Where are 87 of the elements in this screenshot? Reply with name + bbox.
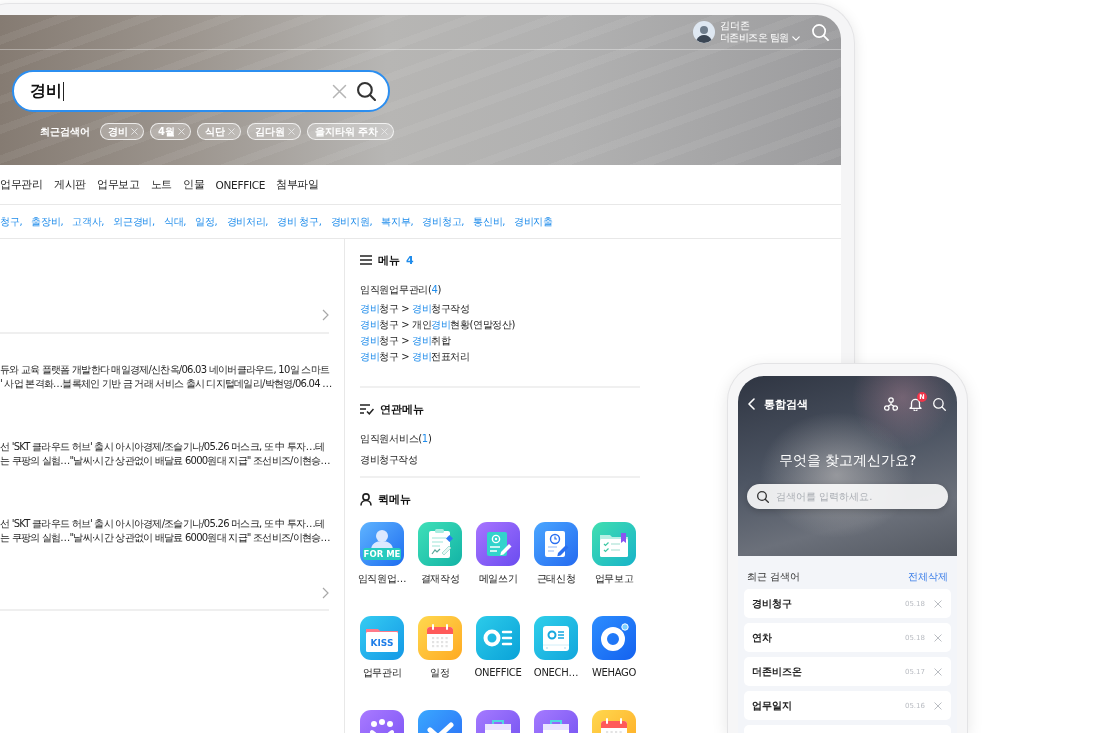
menu-path-link[interactable]: 경비청구작성 — [360, 452, 418, 468]
menu-group-title: 임직원서비스(1) — [360, 432, 433, 446]
ring-lines-app-icon[interactable] — [476, 616, 520, 660]
keyword-link[interactable]: 일정, — [195, 214, 218, 229]
icon-caption: FOR ME — [363, 549, 401, 559]
screen-title: 통합검색 — [764, 396, 808, 412]
menu-group-title: 임직원업무관리(4) — [360, 283, 443, 297]
quick-menu-item[interactable]: 업무보고 — [585, 522, 643, 585]
section-title: 메뉴 — [378, 252, 400, 268]
avatar[interactable] — [692, 21, 715, 43]
menu-icon — [360, 255, 372, 265]
checklist-icon — [360, 403, 374, 415]
search-term: 경비청구 — [752, 596, 792, 611]
chevron-right-icon[interactable] — [322, 309, 329, 321]
menu-path-link[interactable]: 경비청구 > 경비청구작성 — [360, 301, 470, 317]
user-name: 김더존 — [719, 20, 751, 32]
text-cursor — [63, 81, 64, 101]
person-icon — [360, 492, 372, 506]
result-count: 4 — [406, 253, 414, 267]
keyword-link[interactable]: 청구, — [0, 214, 23, 229]
category-tab[interactable]: 업무관리 — [0, 177, 43, 192]
search-heading: 무엇을 찾고계신가요? — [777, 451, 918, 469]
clear-all-link[interactable]: 전체삭제 — [908, 570, 948, 584]
close-icon[interactable] — [934, 633, 942, 642]
close-icon[interactable] — [934, 599, 942, 608]
close-icon[interactable] — [934, 667, 942, 676]
search-term: 연차 — [752, 630, 772, 645]
hierarchy-icon[interactable] — [884, 397, 898, 411]
menu-path-link[interactable]: 경비청구 > 경비전표처리 — [360, 349, 470, 365]
calendar-app-icon[interactable] — [418, 616, 462, 660]
keyword-link[interactable]: 외근경비, — [113, 214, 155, 229]
quick-menu-item[interactable]: ONECH… — [527, 616, 585, 679]
keyword-link[interactable]: 경비지원, — [330, 214, 373, 229]
menu-path-link[interactable]: 경비청구 > 개인경비현황(연말정산) — [360, 317, 515, 333]
bell-icon[interactable] — [909, 397, 922, 411]
quick-menu-item[interactable]: KISS 업무관리 — [353, 616, 411, 679]
back-icon[interactable] — [748, 398, 755, 410]
keyword-link[interactable]: 경비 청구, — [277, 214, 322, 229]
keyword-link[interactable]: 경비지출 — [514, 214, 553, 229]
quick-menu-item[interactable]: FOR ME 임직원업… — [353, 522, 411, 585]
keyword-link[interactable]: 경비청고, — [422, 214, 465, 229]
recent-searches-label: 최근검색어 — [40, 124, 90, 139]
search-field[interactable]: 검색어를 입력하세요. — [747, 484, 948, 509]
search-icon[interactable] — [357, 81, 376, 101]
search-icon[interactable] — [757, 490, 769, 503]
category-tab[interactable]: 인물 — [183, 177, 205, 192]
close-icon[interactable] — [934, 701, 942, 710]
category-tab[interactable]: 업무보고 — [96, 177, 140, 192]
user-role: 더존비즈온 팀원 — [719, 32, 789, 44]
category-tab[interactable]: 게시판 — [53, 177, 86, 192]
keyword-link[interactable]: 경비처리, — [226, 214, 269, 229]
search-term: 업무일지 — [752, 698, 792, 713]
ring-app-icon[interactable] — [592, 616, 636, 660]
quick-menu-item[interactable]: WEHAGO — [585, 616, 643, 679]
chevron-down-icon[interactable] — [792, 35, 800, 41]
news-snippet[interactable]: 선 'SKT 클라우드 허브' 출시 아시아경제/조슬기나/05.26 머스크, 또 中 투자…테 는 쿠팡의 실험…"날씨·시간 상관없이 배달료 6000원대 지급" 조선비즈/이현승… — [0, 517, 330, 544]
quick-menu-item[interactable]: 결재작성 — [411, 522, 469, 585]
category-tab[interactable]: 첨부파일 — [276, 177, 319, 192]
quick-menu-item[interactable]: 메일쓰기 — [469, 522, 527, 585]
icon-caption: KISS — [370, 638, 394, 648]
keyword-link[interactable]: 통신비, — [473, 214, 506, 229]
news-snippet[interactable]: 선 'SKT 클라우드 허브' 출시 아시아경제/조슬기나/05.26 머스크, 또 中 투자…테 는 쿠팡의 실험…"날씨·시간 상관없이 배달료 6000원대 지급" 조선비즈/이현승… — [0, 440, 330, 467]
keyword-link[interactable]: 고객사, — [72, 214, 105, 229]
chevron-right-icon[interactable] — [322, 587, 329, 599]
keyword-link[interactable]: 식대, — [163, 214, 187, 229]
search-term: 더존비즈온 — [752, 664, 802, 679]
news-snippet[interactable]: 듀와 교육 플랫폼 개발한다 매일경제/신찬옥/06.03 네이버클라우드, 10일 스마트 ' 사업 본격화…블록체인 기반 금 거래 서비스 출시 디지털데일리/박현영/06.04 … — [0, 363, 332, 390]
storage-box-app-icon[interactable] — [534, 616, 578, 660]
section-title: 퀵메뉴 — [378, 491, 411, 507]
category-tab[interactable]: ONEFFICE — [215, 178, 266, 191]
quick-menu-item[interactable]: ONEFFICE — [469, 616, 527, 679]
clear-icon[interactable] — [332, 83, 347, 99]
clock-document-app-icon[interactable] — [534, 522, 578, 566]
recent-searches-label: 최근 검색어 — [747, 570, 801, 584]
search-icon[interactable] — [933, 397, 946, 411]
folder-app-icon[interactable]: KISS — [360, 616, 404, 660]
folder-app-icon[interactable] — [592, 522, 636, 566]
clipboard-app-icon[interactable] — [418, 522, 462, 566]
category-tab[interactable]: 노트 — [150, 177, 173, 192]
search-field[interactable]: 경비 — [12, 70, 390, 112]
quick-menu-item[interactable]: 근태신청 — [527, 522, 585, 585]
quick-menu-item[interactable]: 일정 — [411, 616, 469, 679]
mail-document-app-icon[interactable] — [476, 522, 520, 566]
keyword-link[interactable]: 복지부, — [381, 214, 414, 229]
keyword-link[interactable]: 출장비, — [31, 214, 64, 229]
section-title: 연관메뉴 — [380, 401, 424, 417]
menu-path-link[interactable]: 경비청구 > 경비취합 — [360, 333, 451, 349]
